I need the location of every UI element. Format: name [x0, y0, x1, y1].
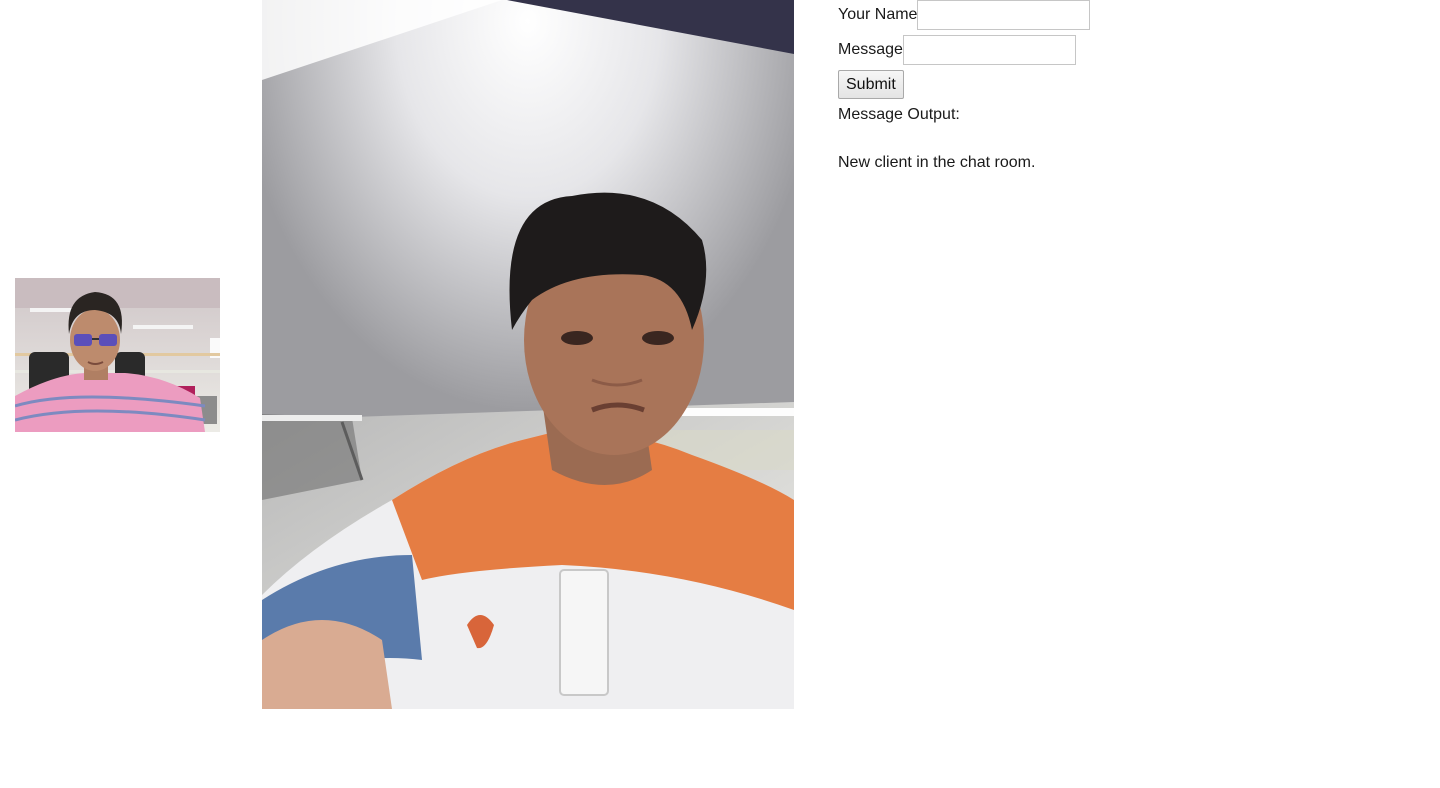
remote-video-frame: [262, 0, 794, 709]
message-row: Message: [838, 35, 1258, 65]
message-output-log: New client in the chat room.: [838, 152, 1258, 174]
remote-video: [262, 0, 794, 709]
name-label: Your Name: [838, 6, 918, 23]
name-row: Your Name: [838, 0, 1258, 30]
submit-button[interactable]: Submit: [838, 70, 904, 99]
local-video-frame: [15, 278, 220, 432]
message-input[interactable]: [902, 35, 1076, 65]
message-output-line: New client in the chat room.: [838, 154, 1036, 171]
message-label: Message: [838, 41, 903, 58]
local-video: [15, 278, 220, 432]
chat-panel: Your Name Message Submit Message Output:…: [838, 0, 1258, 174]
name-input[interactable]: [917, 0, 1091, 30]
message-output-label: Message Output:: [838, 106, 960, 123]
submit-row: Submit: [838, 70, 1258, 99]
page: Your Name Message Submit Message Output:…: [0, 0, 1440, 788]
